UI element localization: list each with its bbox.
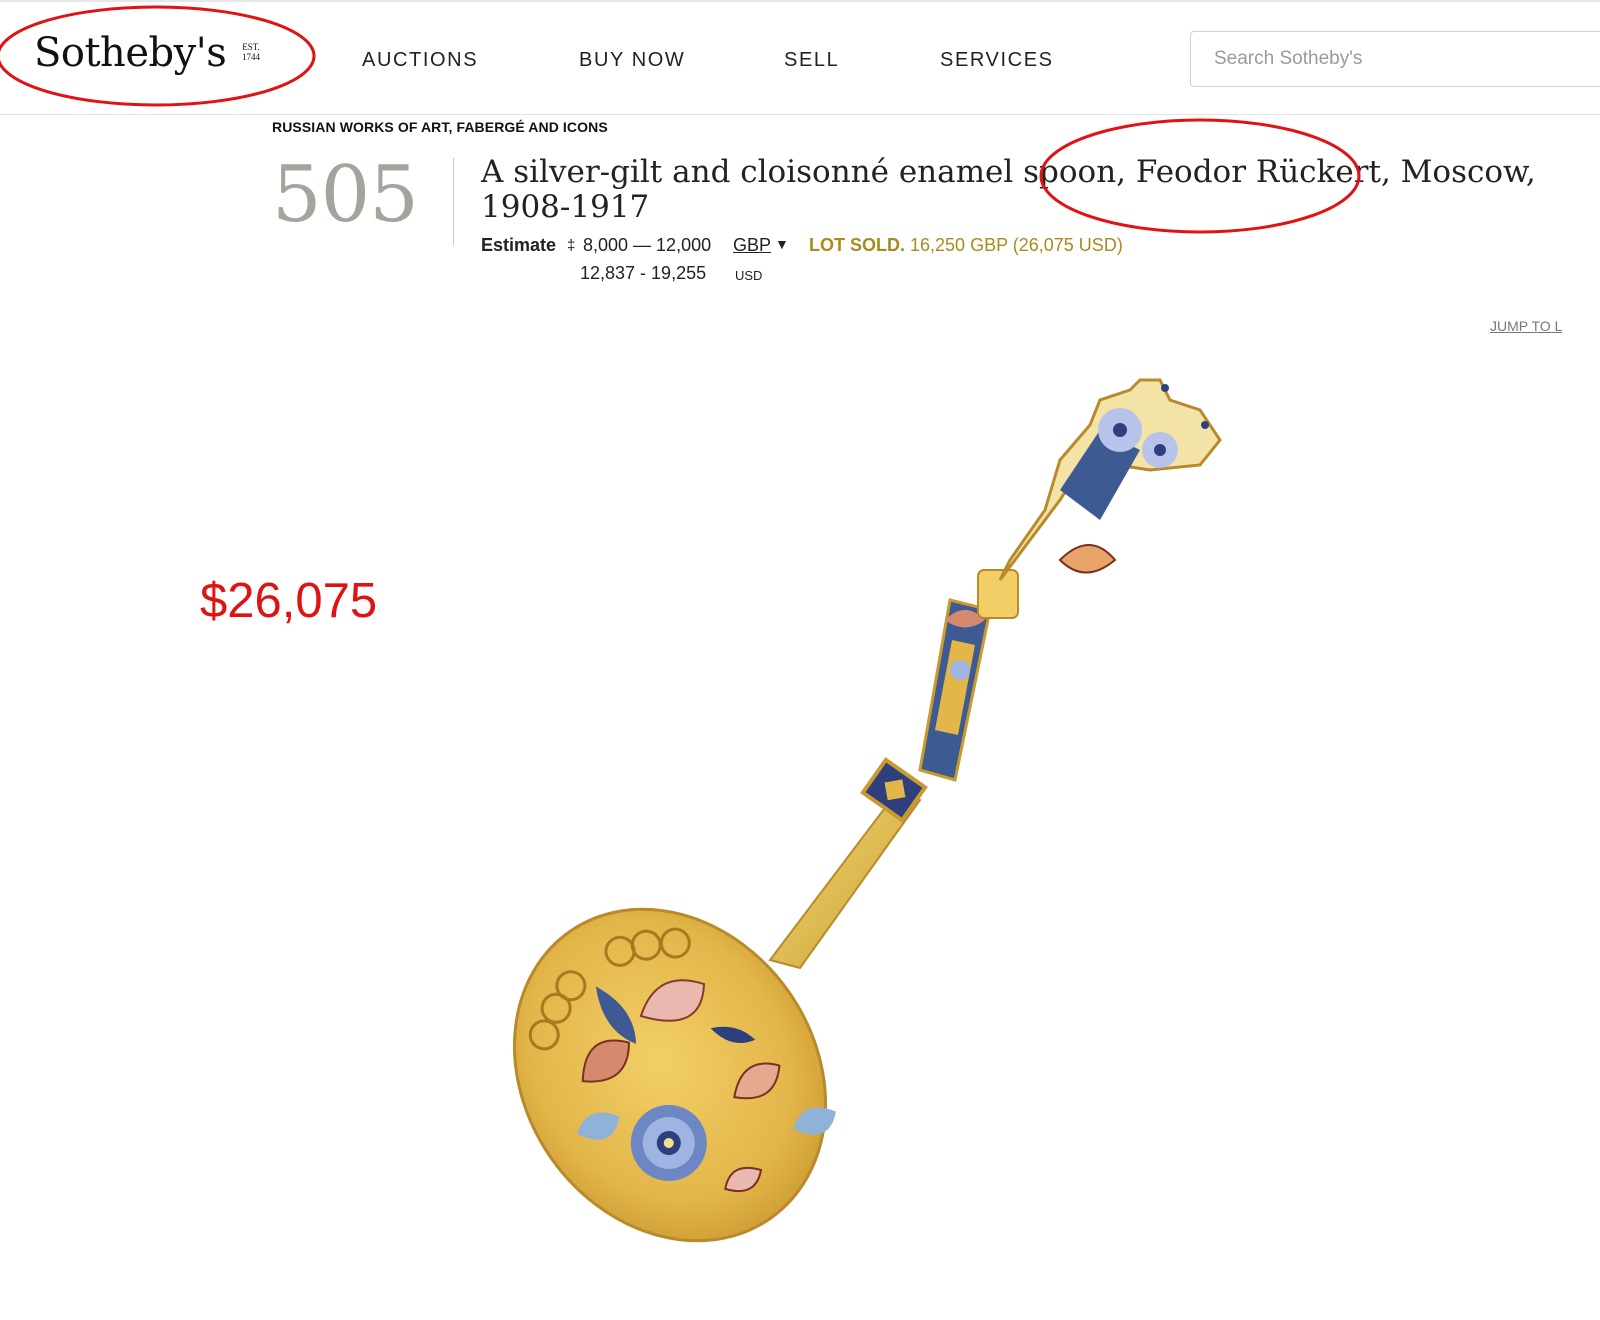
lot-title: A silver-gilt and cloisonné enamel spoon…	[481, 154, 1536, 225]
nav-sell[interactable]: SELL	[784, 49, 839, 72]
estimate-range: 8,000 — 12,000	[583, 235, 712, 255]
logo-est-label: EST.	[242, 42, 260, 52]
currency-selector[interactable]: GBP	[733, 235, 771, 256]
spoon-image	[512, 378, 1222, 1243]
site-header: Sotheby's EST. 1744 AUCTIONS BUY NOW SEL…	[0, 2, 1600, 115]
sothebys-logo[interactable]: Sotheby's	[34, 30, 227, 76]
estimate-usd-label: USD	[735, 268, 763, 283]
search-input[interactable]	[1190, 31, 1600, 87]
lot-sold-value: 16,250 GBP (26,075 USD)	[910, 235, 1123, 255]
lot-divider	[453, 158, 454, 245]
estimate-usd-range: 12,837 - 19,255	[580, 263, 707, 283]
jump-to-link[interactable]: JUMP TO L	[1490, 318, 1562, 334]
price-annotation: $26,075	[200, 574, 378, 628]
nav-auctions[interactable]: AUCTIONS	[362, 49, 478, 72]
lot-number: 505	[272, 150, 419, 240]
lot-category[interactable]: RUSSIAN WORKS OF ART, FABERGÉ AND ICONS	[272, 119, 608, 135]
lot-sold-label: LOT SOLD.	[809, 235, 905, 255]
nav-buy-now[interactable]: BUY NOW	[579, 49, 685, 72]
estimate-label: Estimate	[481, 235, 557, 255]
dropdown-caret-icon[interactable]: ▼	[775, 236, 789, 252]
nav-services[interactable]: SERVICES	[940, 49, 1054, 72]
logo-established-mark: EST. 1744	[240, 42, 262, 72]
estimate-dagger: ‡	[567, 237, 576, 254]
lot-sold-status: LOT SOLD. 16,250 GBP (26,075 USD)	[809, 235, 1123, 256]
logo-est-year: 1744	[242, 52, 260, 62]
